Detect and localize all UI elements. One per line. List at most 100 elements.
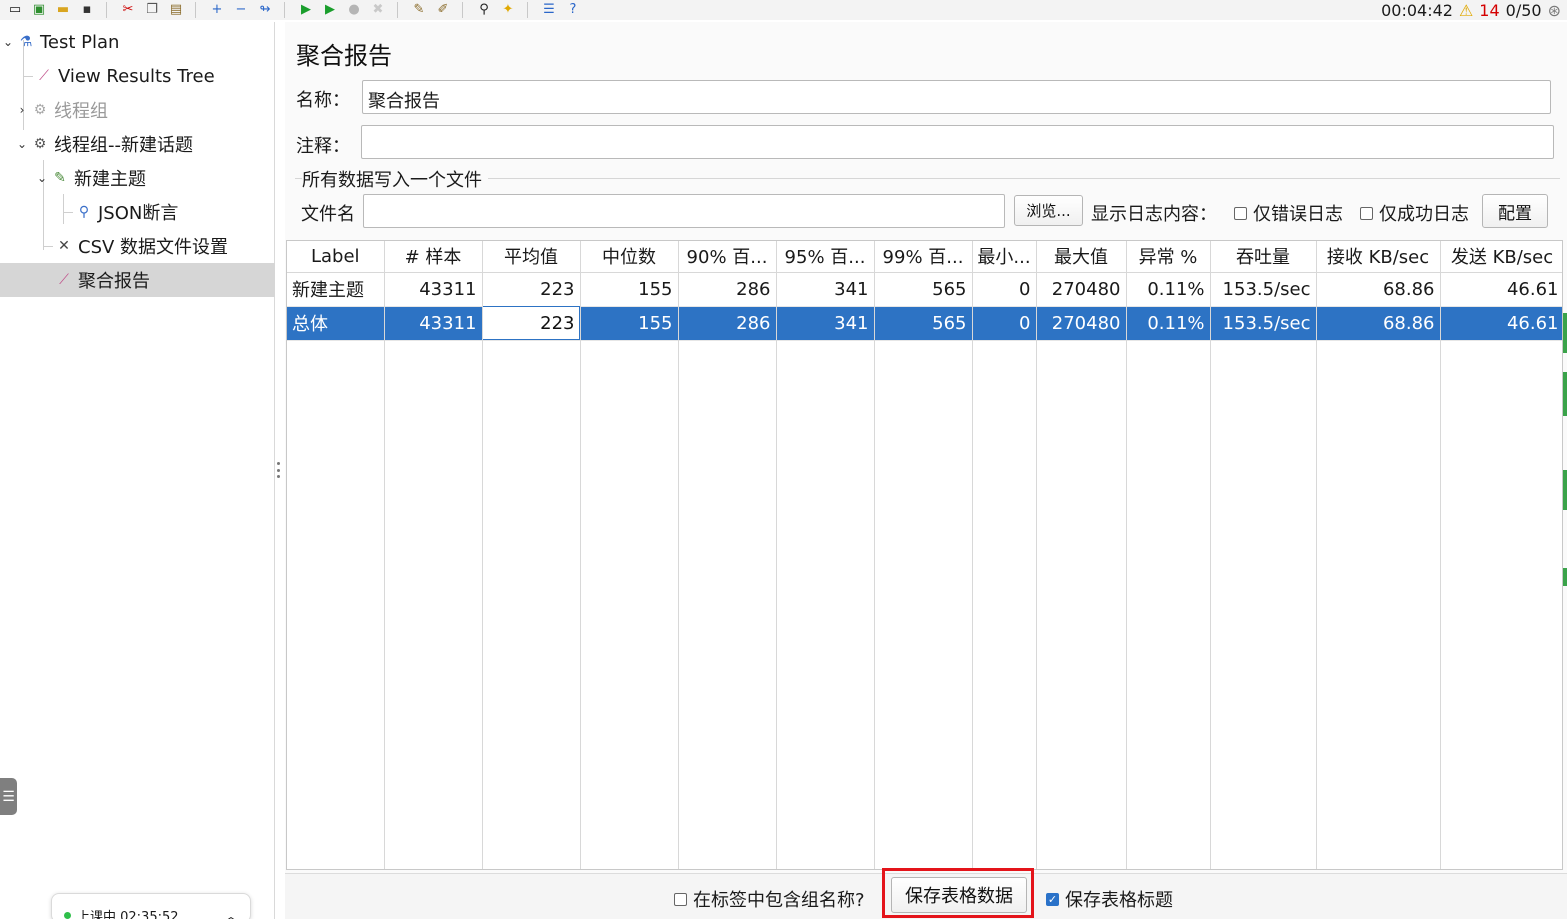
expand-icon[interactable]: + [208,2,226,18]
clear-all-icon[interactable]: ✐ [434,2,452,18]
collapse-icon[interactable]: − [232,2,250,18]
table-cell[interactable]: 153.5/sec [1210,272,1317,307]
tree-item-thread-group-disabled[interactable]: › ⚙ 线程组 [14,93,108,127]
cut-icon[interactable]: ✂ [119,2,137,18]
table-cell[interactable]: 223 [482,272,581,307]
filename-input[interactable] [363,194,1005,228]
success-only-checkbox[interactable]: 仅成功日志 [1360,200,1469,226]
open-icon[interactable]: ▬ [54,2,72,18]
table-cell[interactable]: 270480 [1036,272,1127,307]
column-header[interactable]: 最大值 [1036,241,1127,273]
toggle-icon[interactable]: ↬ [256,2,274,18]
column-header[interactable]: 90% 百... [678,241,777,273]
column-header[interactable]: 发送 KB/sec [1440,241,1562,273]
column-header[interactable]: 中位数 [580,241,679,273]
table-cell[interactable]: 286 [678,272,777,307]
configure-button[interactable]: 配置 [1482,194,1548,228]
search-icon[interactable]: ⚲ [475,2,493,18]
save-icon[interactable]: ▪ [78,2,96,18]
table-row[interactable]: 新建主题 43311 223 155 286 341 565 0 270480 … [287,272,1562,307]
table-cell[interactable]: 155 [580,306,679,341]
templates-icon[interactable]: ▣ [30,2,48,18]
column-header[interactable]: 吞吐量 [1210,241,1317,273]
chevron-down-icon[interactable]: ⌄ [34,171,50,185]
checkbox-label: 仅错误日志 [1253,204,1343,225]
chevron-up-icon[interactable]: ︿ [224,906,238,919]
edge-marker [1563,470,1567,510]
table-cell[interactable]: 68.86 [1316,306,1441,341]
class-timer-widget[interactable]: 上课中 02:35:52 ︿ [51,893,251,919]
tree-item-label: 线程组--新建话题 [54,135,193,156]
errors-only-checkbox[interactable]: 仅错误日志 [1234,200,1343,226]
table-cell[interactable]: 总体 [287,306,385,341]
table-cell[interactable]: 341 [776,272,875,307]
checkbox-box[interactable] [1234,206,1247,220]
column-divider [776,241,777,869]
column-header[interactable]: 接收 KB/sec [1316,241,1441,273]
table-cell[interactable]: 565 [874,272,973,307]
column-header[interactable]: 95% 百... [776,241,875,273]
class-timer-text: 上课中 02:35:52 [77,910,179,919]
tree-item-json-assertion[interactable]: ⚲ JSON断言 [74,195,179,229]
column-divider [1316,241,1317,869]
chevron-right-icon[interactable]: › [14,103,30,117]
start-icon[interactable]: ▶ [297,2,315,18]
tree-item-aggregate-report[interactable]: ⟋ 聚合报告 [0,263,275,297]
checkbox-box[interactable]: ✓ [1046,892,1059,906]
table-cell[interactable]: 68.86 [1316,272,1441,307]
table-cell[interactable]: 46.61 [1440,272,1562,307]
save-table-header-checkbox[interactable]: ✓ 保存表格标题 [1046,886,1173,912]
table-cell[interactable]: 新建主题 [287,272,385,307]
table-cell-focused[interactable]: 223 [482,306,581,341]
table-cell[interactable]: 46.61 [1440,306,1562,341]
table-cell[interactable]: 153.5/sec [1210,306,1317,341]
warning-icon[interactable]: ⚠ [1459,1,1473,20]
function-helper-icon[interactable]: ☰ [540,2,558,18]
checkbox-box[interactable] [674,892,687,906]
paste-icon[interactable]: ▤ [167,2,185,18]
chevron-down-icon[interactable]: ⌄ [14,137,30,151]
new-icon[interactable]: ▭ [6,2,24,18]
splitter-handle[interactable] [277,462,281,478]
browse-button[interactable]: 浏览... [1014,195,1083,226]
table-cell[interactable]: 0.11% [1126,272,1211,307]
reset-search-icon[interactable]: ✦ [499,2,517,18]
include-group-name-checkbox[interactable]: 在标签中包含组名称? [674,886,865,912]
column-header[interactable]: # 样本 [384,241,483,273]
column-header[interactable]: 最小... [972,241,1037,273]
stop-icon[interactable]: ● [345,2,363,18]
column-header[interactable]: 异常 % [1126,241,1211,273]
shutdown-icon[interactable]: ✖ [369,2,387,18]
tree-item-thread-group-new-topic[interactable]: ⌄ ⚙ 线程组--新建话题 [14,127,193,161]
column-header[interactable]: 99% 百... [874,241,973,273]
start-no-pause-icon[interactable]: ▶ [321,2,339,18]
checkbox-box[interactable] [1360,206,1373,220]
tree-item-test-plan[interactable]: ⌄ ⚗ Test Plan [0,25,120,59]
table-cell[interactable]: 43311 [384,306,483,341]
comment-input[interactable] [361,125,1554,159]
help-icon[interactable]: ? [564,2,582,18]
copy-icon[interactable]: ❐ [143,2,161,18]
column-header[interactable]: 平均值 [482,241,581,273]
tree-item-new-topic-sampler[interactable]: ⌄ ✎ 新建主题 [34,161,146,195]
table-row-total[interactable]: 总体 43311 223 155 286 341 565 0 270480 0.… [287,306,1562,341]
table-cell[interactable]: 43311 [384,272,483,307]
table-cell[interactable]: 0 [972,272,1037,307]
tree-item-view-results-tree[interactable]: ⟋ View Results Tree [34,59,215,93]
clear-icon[interactable]: ✎ [410,2,428,18]
table-cell[interactable]: 155 [580,272,679,307]
table-cell[interactable]: 341 [776,306,875,341]
tree-item-label: 聚合报告 [78,271,150,292]
live-dot [64,912,71,919]
table-cell[interactable]: 286 [678,306,777,341]
warning-count[interactable]: 14 [1479,1,1499,20]
side-menu-handle[interactable]: ☰ [0,778,17,815]
tree-item-csv-data-set[interactable]: ✕ CSV 数据文件设置 [54,229,228,263]
table-cell[interactable]: 565 [874,306,973,341]
chevron-down-icon[interactable]: ⌄ [0,35,16,49]
name-input[interactable]: 聚合报告 [362,80,1551,114]
table-cell[interactable]: 270480 [1036,306,1127,341]
table-cell[interactable]: 0.11% [1126,306,1211,341]
table-cell[interactable]: 0 [972,306,1037,341]
column-header[interactable]: Label [287,241,385,273]
